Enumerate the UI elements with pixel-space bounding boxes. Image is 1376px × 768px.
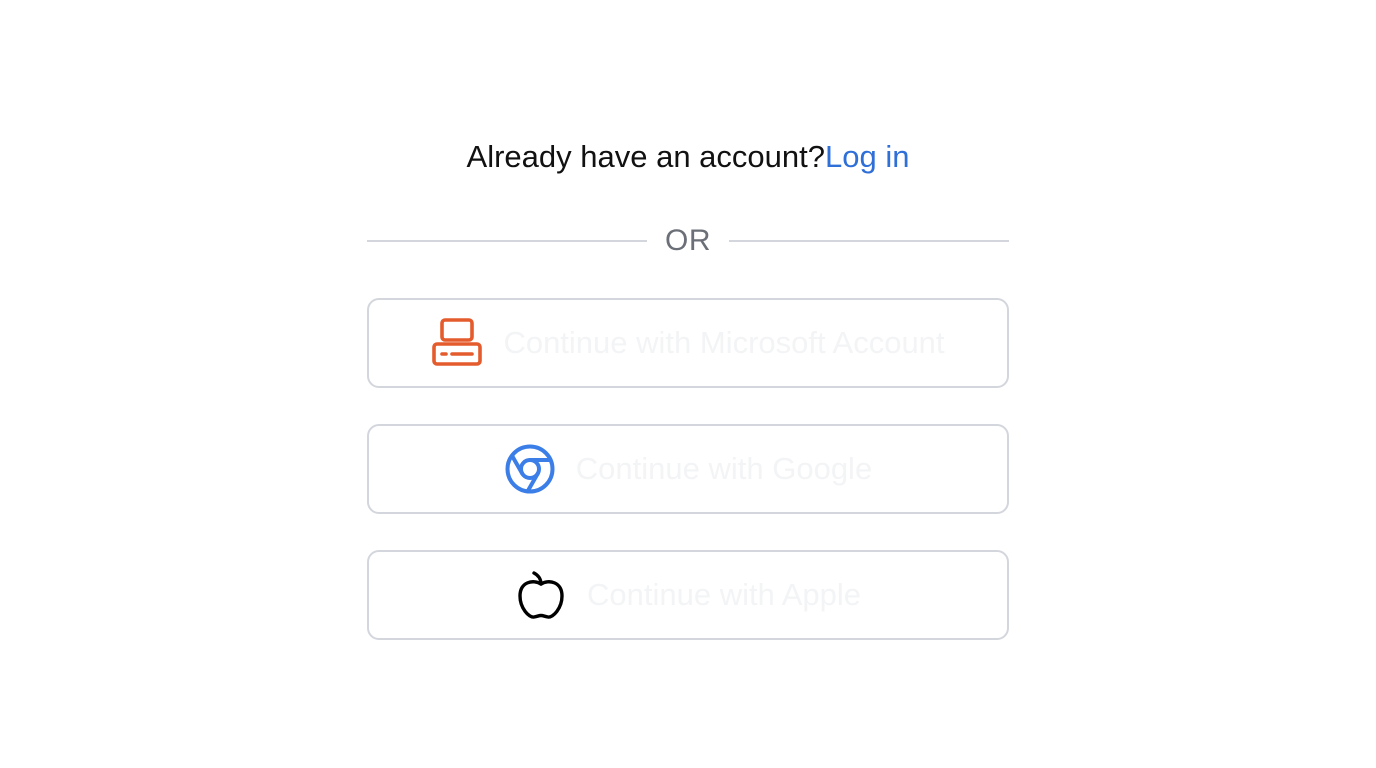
divider-label: OR [665,224,711,257]
login-prompt-text: Already have an account? [466,139,825,174]
microsoft-device-icon [431,317,483,369]
or-divider: OR [367,220,1009,262]
divider-line-left [367,240,647,242]
continue-with-apple-button[interactable]: Continue with Apple [367,550,1009,640]
continue-with-microsoft-button[interactable]: Continue with Microsoft Account [367,298,1009,388]
login-prompt: Already have an account?Log in [0,136,1376,178]
divider-line-right [729,240,1009,242]
apple-icon [515,569,567,621]
google-button-label: Continue with Google [575,451,873,486]
login-link[interactable]: Log in [825,139,909,174]
continue-with-google-button[interactable]: Continue with Google [367,424,1009,514]
chrome-icon [504,443,556,495]
apple-button-label: Continue with Apple [586,577,862,612]
microsoft-button-label: Continue with Microsoft Account [503,325,945,360]
